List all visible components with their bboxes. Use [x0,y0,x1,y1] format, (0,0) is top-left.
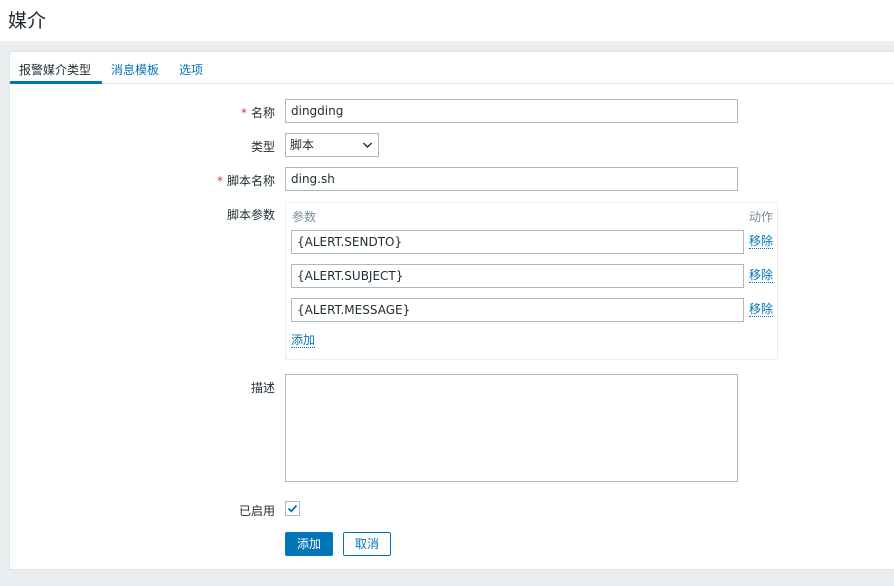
type-select-value: 脚本 [290,138,315,152]
add-param-link[interactable]: 添加 [291,333,316,348]
description-textarea[interactable] [285,374,738,482]
remove-param-2-link[interactable]: 移除 [749,268,774,283]
active-tab-indicator [10,81,102,84]
checkmark-icon [287,504,298,513]
page-title: 媒介 [8,10,47,32]
param-input-1[interactable]: {ALERT.SENDTO} [291,230,744,254]
param-column-header: 参数 [292,210,317,224]
add-button[interactable]: 添加 [285,532,333,556]
tab-bar: 报警媒介类型 消息模板 选项 [10,52,894,84]
type-select[interactable]: 脚本 [285,133,379,157]
type-label: 类型 [250,140,275,154]
param-input-2[interactable]: {ALERT.SUBJECT} [291,264,744,288]
enabled-label: 已启用 [238,504,275,518]
name-input[interactable]: dingding [285,99,738,123]
script-params-table: 参数 动作 {ALERT.SENDTO} 移除 {ALERT.SUBJECT} … [285,202,778,360]
description-label: 描述 [250,381,275,395]
param-input-3[interactable]: {ALERT.MESSAGE} [291,298,744,322]
name-label: * 名称 [240,106,275,120]
media-type-form-card: 报警媒介类型 消息模板 选项 * 名称 dingding 类型 脚本 * 脚本名称 … [9,51,894,570]
required-marker: * [240,106,247,120]
script-params-label: 脚本参数 [226,208,275,222]
remove-param-1-link[interactable]: 移除 [749,234,774,249]
enabled-checkbox[interactable] [285,501,300,516]
page-header: 媒介 [0,0,894,41]
tab-message-templates[interactable]: 消息模板 [111,61,159,78]
tab-options[interactable]: 选项 [179,61,203,78]
cancel-button[interactable]: 取消 [343,532,391,556]
tab-media-type[interactable]: 报警媒介类型 [19,61,91,78]
script-name-input[interactable]: ding.sh [285,167,738,191]
chevron-down-icon [363,142,372,148]
action-column-header: 动作 [749,210,774,224]
remove-param-3-link[interactable]: 移除 [749,302,774,317]
required-marker: * [216,174,223,188]
script-name-label: * 脚本名称 [216,174,275,188]
